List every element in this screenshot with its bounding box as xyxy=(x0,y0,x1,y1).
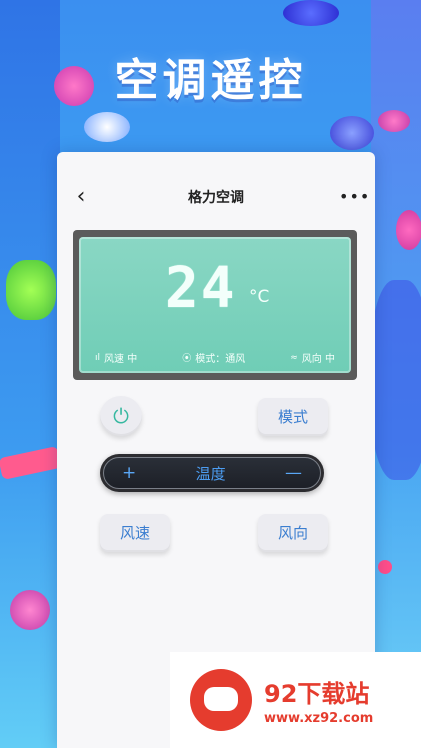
more-options-icon[interactable]: ••• xyxy=(339,182,369,212)
temperature-label: 温度 xyxy=(195,464,226,483)
watermark-name: 92下载站 xyxy=(264,680,370,708)
decor-bubble xyxy=(378,560,392,574)
decor-ring xyxy=(370,280,421,480)
temperature-readout: 24 xyxy=(165,256,237,321)
status-fan-speed-label: 风速 中 xyxy=(104,354,138,365)
back-arrow-icon[interactable]: ‹ xyxy=(69,182,93,212)
status-mode: ⦿ 模式：通风 xyxy=(182,350,245,365)
ac-display-frame: 24 °C ıl 风速 中 ⦿ 模式：通风 ≈ 风向 中 xyxy=(73,230,357,380)
page-title: 格力空调 xyxy=(188,190,244,206)
decor-bubble xyxy=(378,110,410,132)
temperature-plus-button[interactable]: + xyxy=(122,463,136,483)
status-row: ıl 风速 中 ⦿ 模式：通风 ≈ 风向 中 xyxy=(79,350,351,366)
signal-bars-icon: ıl xyxy=(95,352,101,363)
background-left xyxy=(0,0,60,748)
mode-icon: ⦿ xyxy=(182,354,192,364)
decor-bubble xyxy=(6,260,56,320)
wind-direction-button[interactable]: 风向 xyxy=(258,514,328,552)
temperature-control-inner: + 温度 — xyxy=(103,457,321,489)
ac-display: 24 °C ıl 风速 中 ⦿ 模式：通风 ≈ 风向 中 xyxy=(79,237,351,373)
decor-bubble xyxy=(330,116,374,150)
temperature-minus-button[interactable]: — xyxy=(285,463,302,483)
watermark-text: 92下载站 www.xz92.com xyxy=(264,674,373,726)
banner-title: 空调遥控 xyxy=(114,55,307,106)
decor-bubble xyxy=(10,590,50,630)
power-button[interactable]: ⏻ xyxy=(100,396,142,436)
status-fan-speed: ıl 风速 中 xyxy=(95,350,138,366)
status-wind-direction: ≈ 风向 中 xyxy=(290,350,335,366)
navigation-bar: ‹ 格力空调 ••• xyxy=(57,180,375,214)
watermark-logo-icon xyxy=(190,669,252,731)
status-wind-direction-label: 风向 中 xyxy=(301,354,335,365)
temperature-control: + 温度 — xyxy=(100,454,324,492)
decor-bubble xyxy=(84,112,130,142)
decor-bubble xyxy=(396,210,421,250)
watermark: 92下载站 www.xz92.com xyxy=(170,652,421,748)
power-icon: ⏻ xyxy=(113,404,129,428)
decor-bubble xyxy=(283,0,339,26)
mode-button[interactable]: 模式 xyxy=(258,398,328,436)
wind-speed-button[interactable]: 风速 xyxy=(100,514,170,552)
wind-icon: ≈ xyxy=(290,352,298,363)
status-mode-label: 模式：通风 xyxy=(195,354,246,365)
temperature-unit: °C xyxy=(249,287,270,307)
watermark-url: www.xz92.com xyxy=(264,711,374,726)
